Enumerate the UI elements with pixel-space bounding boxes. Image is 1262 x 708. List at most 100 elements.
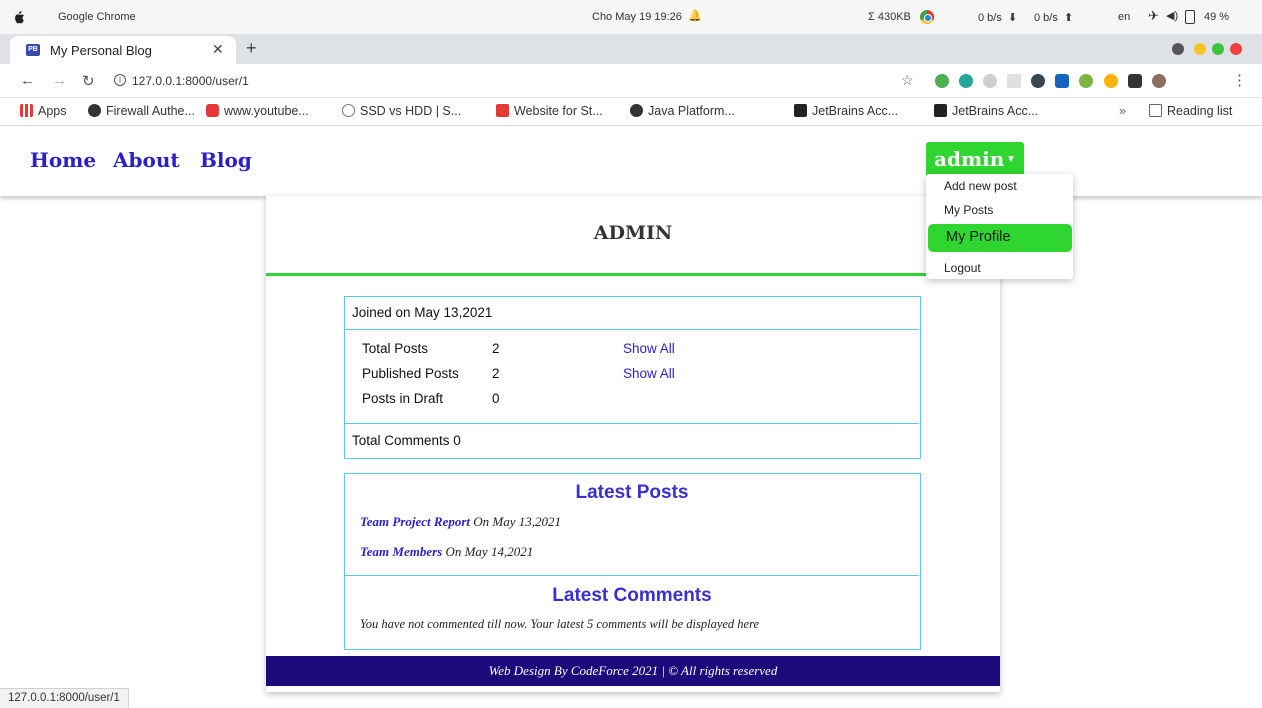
user-menu-label: admin — [934, 147, 1005, 171]
joined-date: Joined on May 13,2021 — [345, 297, 919, 330]
site-icon — [342, 104, 355, 117]
battery-percent: 49 % — [1204, 11, 1230, 23]
post-date: On May 14,2021 — [445, 544, 534, 559]
bell-icon: 🔔 — [688, 10, 702, 22]
profile-card: ADMIN Joined on May 13,2021 Total Posts … — [266, 196, 1000, 692]
stat-value: 2 — [492, 341, 500, 356]
nav-blog-link[interactable]: Blog — [200, 148, 252, 172]
close-tab-icon[interactable]: ✕ — [212, 41, 224, 58]
battery-icon[interactable] — [1185, 10, 1195, 24]
extension-green-icon[interactable] — [935, 74, 949, 88]
reading-list-button[interactable]: Reading list — [1149, 104, 1232, 118]
extensions-puzzle-icon[interactable] — [1128, 74, 1142, 88]
back-arrow-icon[interactable]: ← — [20, 72, 35, 89]
profile-avatar[interactable] — [1152, 74, 1166, 88]
menu-item-add-new-post[interactable]: Add new post — [926, 174, 1073, 198]
download-extension-icon[interactable] — [1007, 74, 1021, 88]
bookmark-jetbrains-2[interactable]: JetBrains Acc... — [934, 104, 1038, 118]
nav-home-link[interactable]: Home — [30, 148, 96, 172]
profile-header: ADMIN — [266, 196, 1000, 276]
new-tab-button[interactable]: + — [246, 38, 257, 59]
address-bar: ← → ↻ i 127.0.0.1:8000/user/1 ☆ ⋮ — [0, 64, 1262, 98]
menu-item-my-posts[interactable]: My Posts — [926, 198, 1073, 222]
bookmark-jetbrains-1[interactable]: JetBrains Acc... — [794, 104, 898, 118]
minimize-icon[interactable] — [1172, 43, 1184, 55]
tab-title: My Personal Blog — [50, 43, 152, 58]
caret-down-icon: ▼ — [1006, 154, 1016, 165]
network-summary[interactable]: Σ 430KB — [868, 11, 911, 23]
stat-label: Total Posts — [362, 341, 429, 356]
jetbrains-icon — [934, 104, 947, 117]
latest-posts-section: Latest Posts Team Project Report On May … — [345, 474, 919, 576]
chrome-tray-icon[interactable] — [920, 10, 934, 24]
stat-row: Posts in Draft 0 — [345, 391, 919, 413]
stats-panel: Joined on May 13,2021 Total Posts 2 Show… — [344, 296, 921, 459]
list-item: Team Project Report On May 13,2021 — [360, 514, 561, 530]
user-dropdown-menu: Add new post My Posts My Profile Logout — [926, 174, 1073, 279]
latest-comments-heading: Latest Comments — [552, 585, 712, 606]
profile-title: ADMIN — [593, 222, 673, 244]
bookmark-apps[interactable]: Apps — [20, 104, 67, 118]
tab-strip: PB My Personal Blog ✕ + — [0, 34, 1262, 64]
total-comments: Total Comments 0 — [352, 433, 461, 448]
app-name[interactable]: Google Chrome — [58, 11, 136, 23]
user-menu-button[interactable]: admin ▼ — [926, 142, 1024, 178]
language-indicator[interactable]: en — [1118, 11, 1130, 23]
list-item: Team Members On May 14,2021 — [360, 544, 533, 560]
blog-favicon-icon: PB — [26, 44, 40, 56]
bookmarks-bar: Apps Firewall Authe... www.youtube... SS… — [0, 98, 1262, 126]
reload-icon[interactable]: ↻ — [82, 72, 95, 90]
os-top-bar: Google Chrome Cho May 19 19:26 🔔 Σ 430KB… — [0, 0, 1262, 34]
globe-icon — [630, 104, 643, 117]
window-yellow-button[interactable] — [1194, 43, 1206, 55]
extension-grey-icon[interactable] — [983, 74, 997, 88]
volume-icon[interactable]: ◀) — [1166, 9, 1178, 22]
bookmark-ssd-vs-hdd[interactable]: SSD vs HDD | S... — [342, 104, 461, 118]
bookmark-youtube[interactable]: www.youtube... — [206, 104, 309, 118]
globe-icon — [88, 104, 101, 117]
extension-blue-icon[interactable] — [1055, 74, 1069, 88]
apps-grid-icon — [20, 104, 33, 117]
nav-about-link[interactable]: About — [113, 148, 180, 172]
close-window-button[interactable] — [1230, 43, 1242, 55]
show-all-published-link[interactable]: Show All — [623, 366, 675, 381]
latest-panel: Latest Posts Team Project Report On May … — [344, 473, 921, 650]
menu-item-my-profile[interactable]: My Profile — [928, 224, 1072, 252]
forward-arrow-icon[interactable]: → — [52, 72, 67, 89]
post-link[interactable]: Team Project Report — [360, 514, 470, 529]
stat-row: Total Posts 2 Show All — [345, 341, 919, 363]
info-icon[interactable]: i — [114, 74, 126, 86]
extension-yellow-icon[interactable] — [1104, 74, 1118, 88]
stat-value: 2 — [492, 366, 500, 381]
stat-label: Published Posts — [362, 366, 459, 381]
clock[interactable]: Cho May 19 19:26 — [592, 11, 682, 23]
extension-dark-icon[interactable] — [1031, 74, 1045, 88]
show-all-total-posts-link[interactable]: Show All — [623, 341, 675, 356]
grammarly-icon[interactable] — [959, 74, 973, 88]
url-field[interactable]: 127.0.0.1:8000/user/1 — [132, 74, 249, 88]
apple-icon[interactable] — [12, 10, 26, 24]
jetbrains-icon — [794, 104, 807, 117]
stat-row: Published Posts 2 Show All — [345, 366, 919, 388]
extension-lime-icon[interactable] — [1079, 74, 1093, 88]
reading-list-icon — [1149, 104, 1162, 117]
menu-item-logout[interactable]: Logout — [926, 256, 1073, 280]
airplane-mode-icon[interactable]: ✈ — [1148, 8, 1159, 24]
youtube-icon — [206, 104, 219, 117]
status-url: 127.0.0.1:8000/user/1 — [0, 688, 129, 708]
post-link[interactable]: Team Members — [360, 544, 442, 559]
tab-my-personal-blog[interactable]: PB My Personal Blog ✕ — [10, 36, 236, 64]
bookmark-firewall[interactable]: Firewall Authe... — [88, 104, 195, 118]
no-comments-message: You have not commented till now. Your la… — [360, 617, 760, 631]
post-date: On May 13,2021 — [473, 514, 562, 529]
bookmark-star-icon[interactable]: ☆ — [901, 72, 914, 89]
latest-posts-heading: Latest Posts — [575, 482, 689, 503]
maximize-button[interactable] — [1212, 43, 1224, 55]
more-menu-icon[interactable]: ⋮ — [1232, 71, 1247, 89]
bookmark-website-for-st[interactable]: Website for St... — [496, 104, 603, 118]
post-stats: Total Posts 2 Show All Published Posts 2… — [345, 330, 919, 424]
more-bookmarks-icon[interactable]: » — [1119, 104, 1126, 118]
bookmark-java-platform[interactable]: Java Platform... — [630, 104, 735, 118]
w-logo-icon — [496, 104, 509, 117]
stat-label: Posts in Draft — [362, 391, 444, 406]
